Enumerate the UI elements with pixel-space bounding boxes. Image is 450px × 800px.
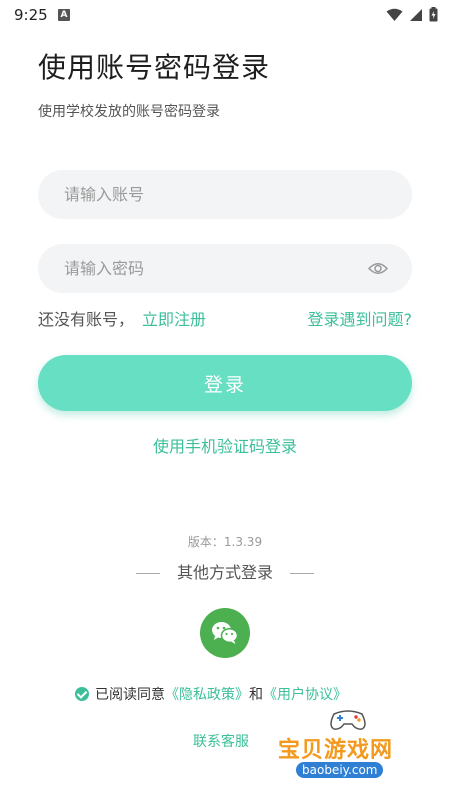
eye-icon[interactable] (368, 260, 388, 277)
no-account-text: 还没有账号， (38, 310, 135, 329)
sms-login-link[interactable]: 使用手机验证码登录 (0, 433, 450, 457)
password-input[interactable] (38, 244, 338, 293)
watermark-logo: 宝贝游戏网 baobeiy.com (274, 700, 434, 790)
privacy-policy-link[interactable]: 《隐私政策》 (165, 684, 249, 704)
links-row: 还没有账号， 立即注册 登录遇到问题? (38, 306, 412, 330)
divider-line-right (290, 573, 314, 574)
login-button[interactable]: 登录 (38, 355, 412, 411)
battery-icon (429, 7, 438, 22)
login-problem-link[interactable]: 登录遇到问题? (308, 306, 413, 330)
contact-service-link[interactable]: 联系客服 (193, 731, 249, 751)
status-bar: 9:25 A (0, 0, 450, 32)
other-login-label: 其他方式登录 (176, 563, 273, 582)
agreement-and: 和 (249, 687, 263, 703)
wechat-icon (212, 622, 239, 644)
divider-line-left (136, 573, 160, 574)
check-icon[interactable] (75, 687, 89, 701)
register-link[interactable]: 立即注册 (142, 306, 206, 330)
watermark-title: 宝贝游戏网 (278, 738, 394, 763)
watermark-url: baobeiy.com (296, 762, 384, 778)
account-field-container (38, 170, 412, 219)
status-time: 9:25 (14, 6, 48, 24)
account-input[interactable] (38, 170, 338, 219)
agreement-prefix: 已阅读同意 (95, 687, 165, 703)
wechat-login-button[interactable] (200, 608, 250, 658)
gamepad-icon (330, 710, 366, 730)
status-icons (386, 7, 438, 22)
page-subtitle: 使用学校发放的账号密码登录 (38, 104, 220, 120)
page-title: 使用账号密码登录 (38, 51, 271, 84)
signal-icon (410, 8, 422, 21)
notification-badge: A (58, 9, 70, 21)
wifi-icon (386, 8, 403, 21)
other-login-divider: 其他方式登录 (0, 562, 450, 584)
version-text: 版本：1.3.39 (187, 535, 263, 549)
password-field-container (38, 244, 412, 293)
